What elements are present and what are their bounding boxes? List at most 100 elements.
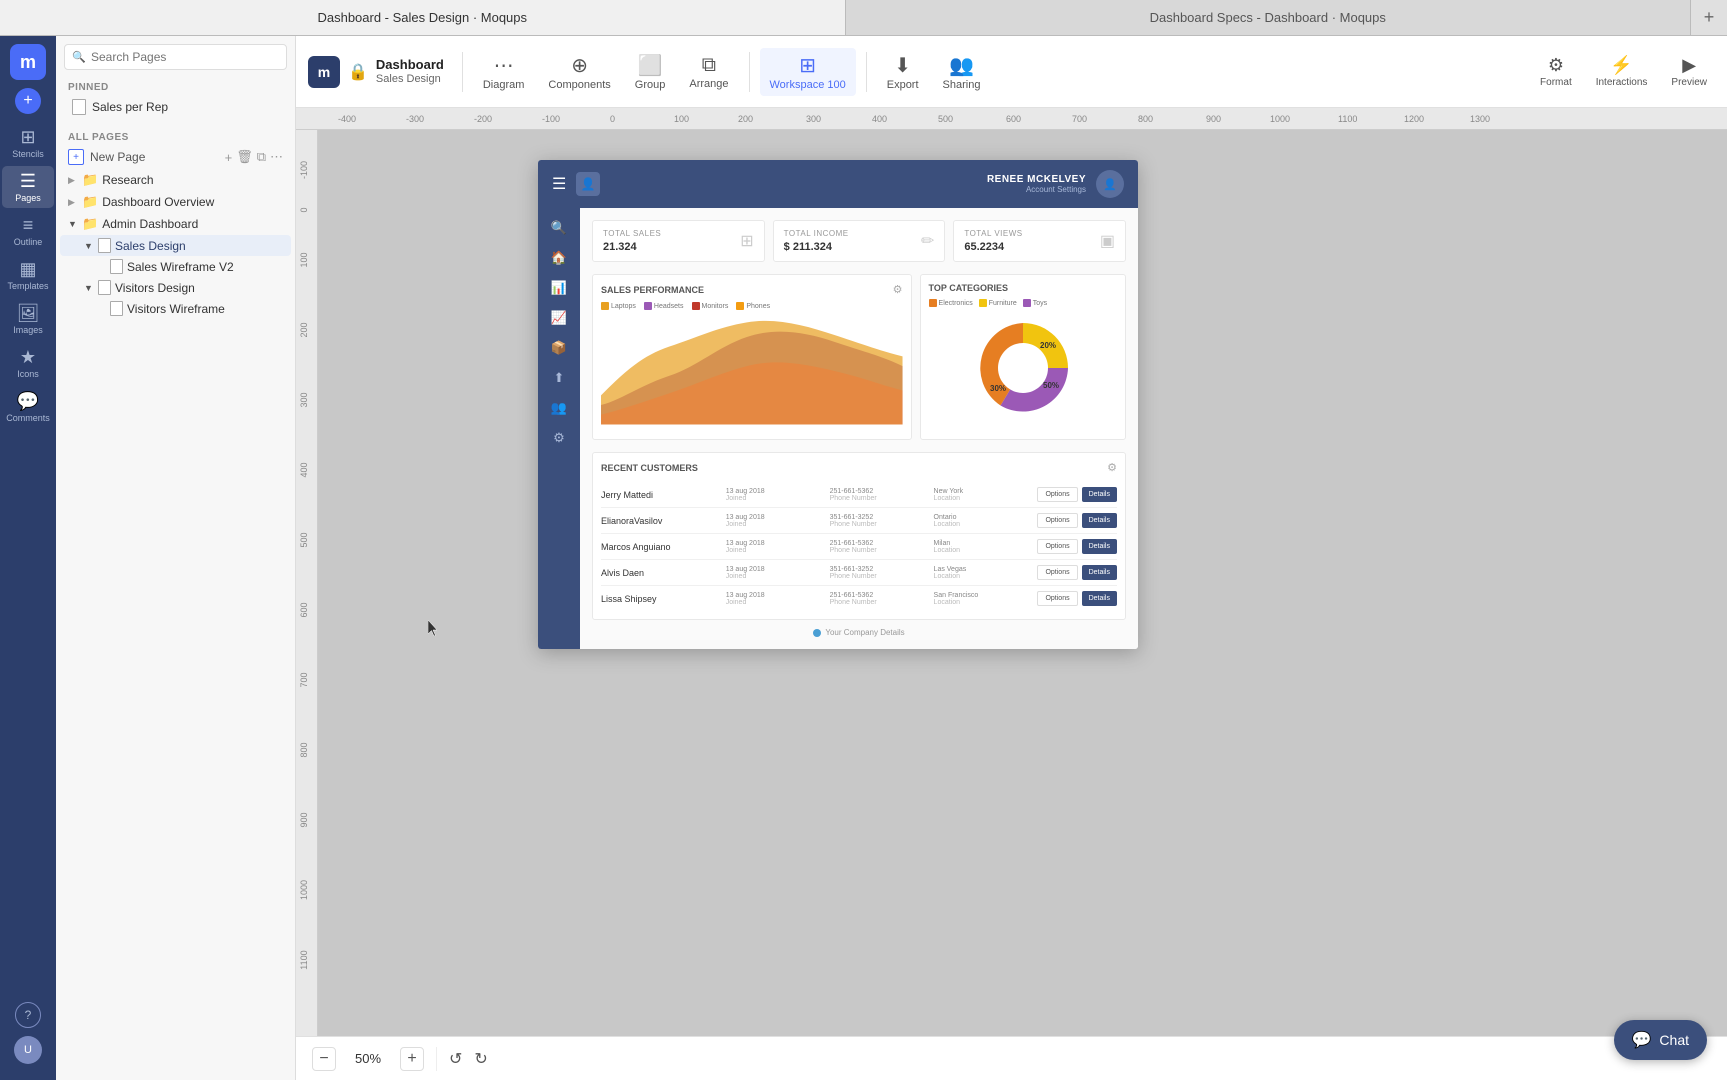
add-tab-button[interactable]: + [1691,0,1727,35]
templates-icon: ▦ [19,259,36,280]
customer-4-details-btn[interactable]: Details [1082,565,1117,580]
customer-2-details-btn[interactable]: Details [1082,513,1117,528]
interactions-icon: ⚡ [1610,55,1632,76]
svg-text:0: 0 [610,114,615,124]
dash-sidebar-box[interactable]: 📦 [546,340,572,356]
interactions-button[interactable]: ⚡ Interactions [1588,51,1656,92]
svg-text:700: 700 [1072,114,1087,124]
stencils-icon: ⊞ [20,127,35,148]
dash-sidebar-users[interactable]: 👥 [546,400,572,416]
bottom-toolbar: − 50% + ↺ ↻ [296,1036,1727,1080]
format-button[interactable]: ⚙ Format [1532,51,1580,92]
dash-sidebar-settings[interactable]: ⚙ [546,430,572,446]
help-button[interactable]: ? [15,1002,41,1028]
legend-headsets: Headsets [644,302,684,310]
sales-performance-chart: SALES PERFORMANCE ⚙ Laptops [592,274,912,440]
zoom-out-button[interactable]: − [312,1047,336,1071]
sidebar-item-icons[interactable]: ★ Icons [2,342,54,384]
sidebar-item-outline[interactable]: ≡ Outline [2,210,54,252]
sidebar-item-comments[interactable]: 💬 Comments [2,386,54,428]
pinned-item-sales-per-rep[interactable]: Sales per Rep [60,95,291,119]
customer-4-options-btn[interactable]: Options [1037,565,1077,580]
svg-text:500: 500 [938,114,953,124]
svg-text:700: 700 [299,672,309,687]
tab-dashboard-sales[interactable]: Dashboard - Sales Design · Moqups [0,0,846,35]
app-logo: m [10,44,46,80]
tree-item-research[interactable]: ▶ 📁 Research [60,169,291,191]
stencils-label: Stencils [12,149,44,159]
redo-button[interactable]: ↻ [474,1049,487,1069]
dash-sidebar-upload[interactable]: ⬆ [546,370,572,386]
dash-main-content: TOTAL SALES 21.324 ⊞ TOTAL INCOME [580,208,1138,649]
sidebar-item-templates[interactable]: ▦ Templates [2,254,54,296]
main-toolbar: m 🔒 Dashboard Sales Design ⋯ Diagram ⊕ C… [296,36,1727,108]
donut-svg: 20% 50% 30% [968,313,1078,423]
svg-text:500: 500 [299,532,309,547]
delete-page-icon[interactable]: 🗑 [236,149,253,165]
pages-search-wrap: 🔍 [56,36,295,78]
svg-text:900: 900 [299,812,309,827]
folder-icon-admin: 📁 [82,216,98,232]
sharing-button[interactable]: 👥 Sharing [933,48,991,96]
customers-gear-icon[interactable]: ⚙ [1107,461,1117,474]
components-button[interactable]: ⊕ Components [538,48,620,96]
svg-text:30%: 30% [990,384,1006,393]
customer-row-2: ElianoraVasilov 13 aug 2018 Joined 351-6… [601,508,1117,534]
toolbar-separator-2 [749,52,750,92]
new-page-icon: + [68,149,84,165]
svg-text:400: 400 [872,114,887,124]
svg-text:1300: 1300 [1470,114,1490,124]
sidebar-item-pages[interactable]: ☰ Pages [2,166,54,208]
customer-1-details-btn[interactable]: Details [1082,487,1117,502]
tree-item-sales-wireframe-v2[interactable]: Sales Wireframe V2 [60,256,291,277]
copy-page-icon[interactable]: ⧉ [257,149,266,165]
add-page-icon[interactable]: + [225,150,233,165]
pinned-section-label: PINNED [56,78,295,95]
chevron-right-icon: ▶ [68,175,78,186]
new-page-row[interactable]: + New Page + 🗑 ⧉ ⋯ [56,145,295,169]
tree-item-visitors-design[interactable]: ▼ Visitors Design [60,277,291,298]
sidebar-item-images[interactable]: 🖼 Images [2,298,54,340]
customer-5-details-btn[interactable]: Details [1082,591,1117,606]
components-icon: ⊕ [571,53,588,78]
customer-3-options-btn[interactable]: Options [1037,539,1077,554]
tree-item-admin-dashboard[interactable]: ▼ 📁 Admin Dashboard [60,213,291,235]
zoom-in-button[interactable]: + [400,1047,424,1071]
sales-perf-gear-icon[interactable]: ⚙ [893,283,903,296]
dash-sidebar-graph[interactable]: 📈 [546,310,572,326]
legend-furniture: Furniture [979,299,1017,307]
group-button[interactable]: ⬜ Group [625,48,676,96]
customer-3-details-btn[interactable]: Details [1082,539,1117,554]
tree-item-sales-design[interactable]: ▼ Sales Design [60,235,291,256]
new-item-button[interactable]: + [15,88,41,114]
svg-text:800: 800 [299,742,309,757]
export-button[interactable]: ⬇ Export [877,48,929,96]
pages-icon: ☰ [20,171,36,192]
arrange-button[interactable]: ⧉ Arrange [679,49,738,95]
legend-electronics: Electronics [929,299,973,307]
more-options-icon[interactable]: ⋯ [270,149,283,165]
tab-dashboard-specs[interactable]: Dashboard Specs - Dashboard · Moqups [846,0,1692,35]
dash-sidebar-home[interactable]: 🏠 [546,250,572,266]
legend-laptops: Laptops [601,302,636,310]
dash-menu-btn[interactable]: ☰ [552,174,566,194]
dash-sidebar-chart[interactable]: 📊 [546,280,572,296]
sidebar-item-stencils[interactable]: ⊞ Stencils [2,122,54,164]
canvas-viewport[interactable]: ☰ 👤 RENEE MCKELVEY Account Settings 👤 [318,130,1727,1036]
tree-item-visitors-wireframe[interactable]: Visitors Wireframe [60,298,291,319]
customer-5-options-btn[interactable]: Options [1037,591,1077,606]
dash-sidebar-search[interactable]: 🔍 [546,220,572,236]
dash-user-avatar[interactable]: 👤 [1096,170,1124,198]
customer-1-options-btn[interactable]: Options [1037,487,1077,502]
diagram-button[interactable]: ⋯ Diagram [473,48,535,96]
user-avatar[interactable]: U [14,1036,42,1064]
undo-button[interactable]: ↺ [449,1049,462,1069]
workspace-button[interactable]: ⊞ Workspace 100 [760,48,856,96]
customer-2-options-btn[interactable]: Options [1037,513,1077,528]
pages-search-input[interactable] [64,44,287,70]
svg-text:100: 100 [674,114,689,124]
customer-5-actions: Options Details [1037,591,1117,606]
tree-item-dashboard-overview[interactable]: ▶ 📁 Dashboard Overview [60,191,291,213]
preview-button[interactable]: ▶ Preview [1663,51,1715,92]
chat-button[interactable]: 💬 Chat [1614,1020,1708,1060]
